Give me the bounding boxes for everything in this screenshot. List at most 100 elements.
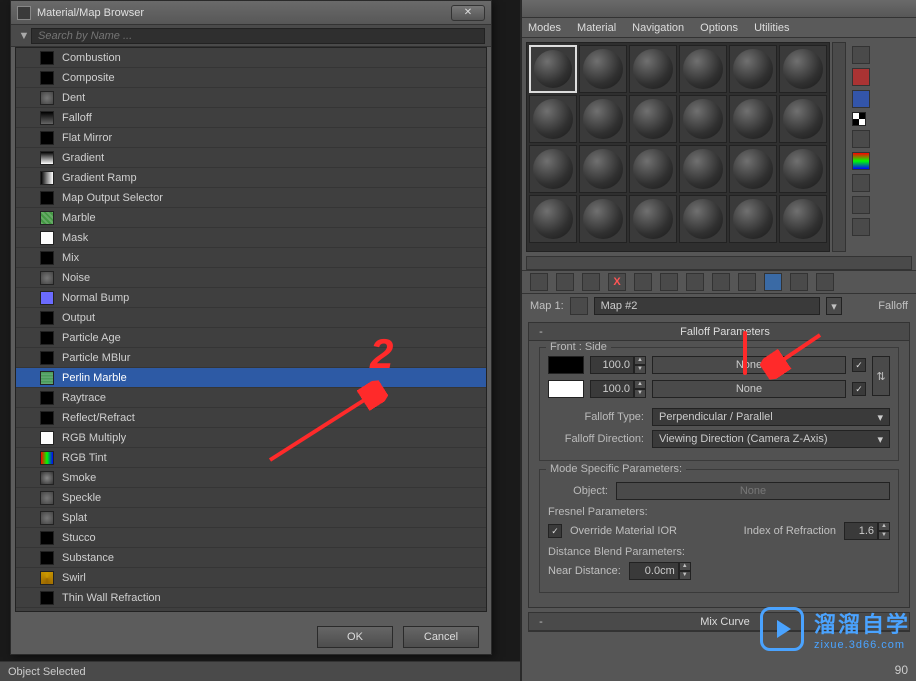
sample-slot[interactable]: [779, 45, 827, 93]
menu-material[interactable]: Material: [577, 22, 616, 34]
side-value-input[interactable]: [590, 380, 634, 398]
map-item-output[interactable]: Output: [16, 308, 486, 328]
object-pick-button[interactable]: None: [616, 482, 890, 500]
map-item-substance[interactable]: Substance: [16, 548, 486, 568]
map-item-particle-mblur[interactable]: Particle MBlur: [16, 348, 486, 368]
slots-vertical-scrollbar[interactable]: [832, 42, 846, 252]
map-item-rgb-tint[interactable]: RGB Tint: [16, 448, 486, 468]
sample-slot[interactable]: [779, 145, 827, 193]
material-map-navigator-icon[interactable]: [852, 218, 870, 236]
sample-slot[interactable]: [579, 145, 627, 193]
ok-button[interactable]: OK: [317, 626, 393, 648]
sample-slot[interactable]: [629, 195, 677, 243]
side-value-spinner[interactable]: ▲▼: [590, 380, 646, 398]
browser-titlebar[interactable]: Material/Map Browser ✕: [11, 1, 491, 25]
falloff-parameters-header[interactable]: - Falloff Parameters: [529, 323, 909, 341]
near-distance-spinner[interactable]: ▲▼: [629, 562, 691, 580]
sample-slot[interactable]: [729, 95, 777, 143]
sample-slot[interactable]: [729, 45, 777, 93]
collapse-icon[interactable]: ▼: [17, 30, 31, 42]
sample-slot[interactable]: [529, 195, 577, 243]
map-list-scroll[interactable]: CombustionCompositeDentFalloffFlat Mirro…: [16, 48, 486, 611]
backlight-icon[interactable]: [852, 68, 870, 86]
side-map-button[interactable]: None: [652, 380, 846, 398]
map-item-raytrace[interactable]: Raytrace: [16, 388, 486, 408]
cancel-button[interactable]: Cancel: [403, 626, 479, 648]
front-map-enable-checkbox[interactable]: [852, 358, 866, 372]
go-to-parent-icon[interactable]: [790, 273, 808, 291]
front-value-input[interactable]: [590, 356, 634, 374]
ior-input[interactable]: [844, 522, 878, 540]
menu-options[interactable]: Options: [700, 22, 738, 34]
sample-slot[interactable]: [529, 45, 577, 93]
sample-slot[interactable]: [579, 45, 627, 93]
sample-slot[interactable]: [679, 145, 727, 193]
menu-modes[interactable]: Modes: [528, 22, 561, 34]
editor-titlebar[interactable]: [522, 0, 916, 18]
map-item-map-output-selector[interactable]: Map Output Selector: [16, 188, 486, 208]
map-item-perlin-marble[interactable]: Perlin Marble: [16, 368, 486, 388]
map-item-gradient[interactable]: Gradient: [16, 148, 486, 168]
map-item-thin-wall-refraction[interactable]: Thin Wall Refraction: [16, 588, 486, 608]
make-unique-icon[interactable]: [660, 273, 678, 291]
put-to-library-icon[interactable]: [686, 273, 704, 291]
get-material-icon[interactable]: [530, 273, 548, 291]
sample-slot[interactable]: [579, 95, 627, 143]
search-input[interactable]: [31, 28, 485, 44]
select-by-material-icon[interactable]: [852, 196, 870, 214]
swap-colors-button[interactable]: ⇅: [872, 356, 890, 396]
sample-slot[interactable]: [679, 45, 727, 93]
menu-navigation[interactable]: Navigation: [632, 22, 684, 34]
side-map-enable-checkbox[interactable]: [852, 382, 866, 396]
background-icon[interactable]: [852, 90, 870, 108]
pick-material-icon[interactable]: [570, 297, 588, 315]
put-to-scene-icon[interactable]: [556, 273, 574, 291]
sample-slot[interactable]: [779, 195, 827, 243]
override-ior-checkbox[interactable]: [548, 524, 562, 538]
show-end-result-icon[interactable]: [764, 273, 782, 291]
map-name-dropdown-icon[interactable]: ▾: [826, 297, 842, 315]
map-item-stucco[interactable]: Stucco: [16, 528, 486, 548]
front-value-spinner[interactable]: ▲▼: [590, 356, 646, 374]
menu-utilities[interactable]: Utilities: [754, 22, 789, 34]
sample-slot[interactable]: [779, 95, 827, 143]
map-item-flat-mirror[interactable]: Flat Mirror: [16, 128, 486, 148]
assign-to-selection-icon[interactable]: [582, 273, 600, 291]
map-item-composite[interactable]: Composite: [16, 68, 486, 88]
front-map-button[interactable]: None: [652, 356, 846, 374]
map-item-noise[interactable]: Noise: [16, 268, 486, 288]
sample-slot[interactable]: [629, 45, 677, 93]
reset-map-icon[interactable]: X: [608, 273, 626, 291]
options-icon[interactable]: [852, 174, 870, 192]
map-item-marble[interactable]: Marble: [16, 208, 486, 228]
map-item-gradient-ramp[interactable]: Gradient Ramp: [16, 168, 486, 188]
map-name-field[interactable]: Map #2: [594, 297, 820, 315]
map-item-mask[interactable]: Mask: [16, 228, 486, 248]
falloff-type-select[interactable]: Perpendicular / Parallel▾: [652, 408, 890, 426]
sample-slot[interactable]: [729, 195, 777, 243]
video-color-check-icon[interactable]: [852, 130, 870, 148]
sample-slot[interactable]: [629, 95, 677, 143]
sample-slot[interactable]: [679, 195, 727, 243]
show-map-icon[interactable]: [738, 273, 756, 291]
map-item-rgb-multiply[interactable]: RGB Multiply: [16, 428, 486, 448]
map-item-falloff[interactable]: Falloff: [16, 108, 486, 128]
sample-slot[interactable]: [529, 95, 577, 143]
side-color-swatch[interactable]: [548, 380, 584, 398]
material-id-icon[interactable]: [712, 273, 730, 291]
sample-type-icon[interactable]: [852, 46, 870, 64]
map-item-smoke[interactable]: Smoke: [16, 468, 486, 488]
front-color-swatch[interactable]: [548, 356, 584, 374]
go-forward-icon[interactable]: [816, 273, 834, 291]
map-item-combustion[interactable]: Combustion: [16, 48, 486, 68]
map-item-reflect-refract[interactable]: Reflect/Refract: [16, 408, 486, 428]
sample-uv-tiling-icon[interactable]: [852, 112, 866, 126]
make-preview-icon[interactable]: [852, 152, 870, 170]
map-item-speckle[interactable]: Speckle: [16, 488, 486, 508]
map-item-dent[interactable]: Dent: [16, 88, 486, 108]
sample-slot[interactable]: [579, 195, 627, 243]
make-copy-icon[interactable]: [634, 273, 652, 291]
slots-horizontal-scrollbar[interactable]: [526, 256, 912, 270]
falloff-direction-select[interactable]: Viewing Direction (Camera Z-Axis)▾: [652, 430, 890, 448]
map-item-splat[interactable]: Splat: [16, 508, 486, 528]
